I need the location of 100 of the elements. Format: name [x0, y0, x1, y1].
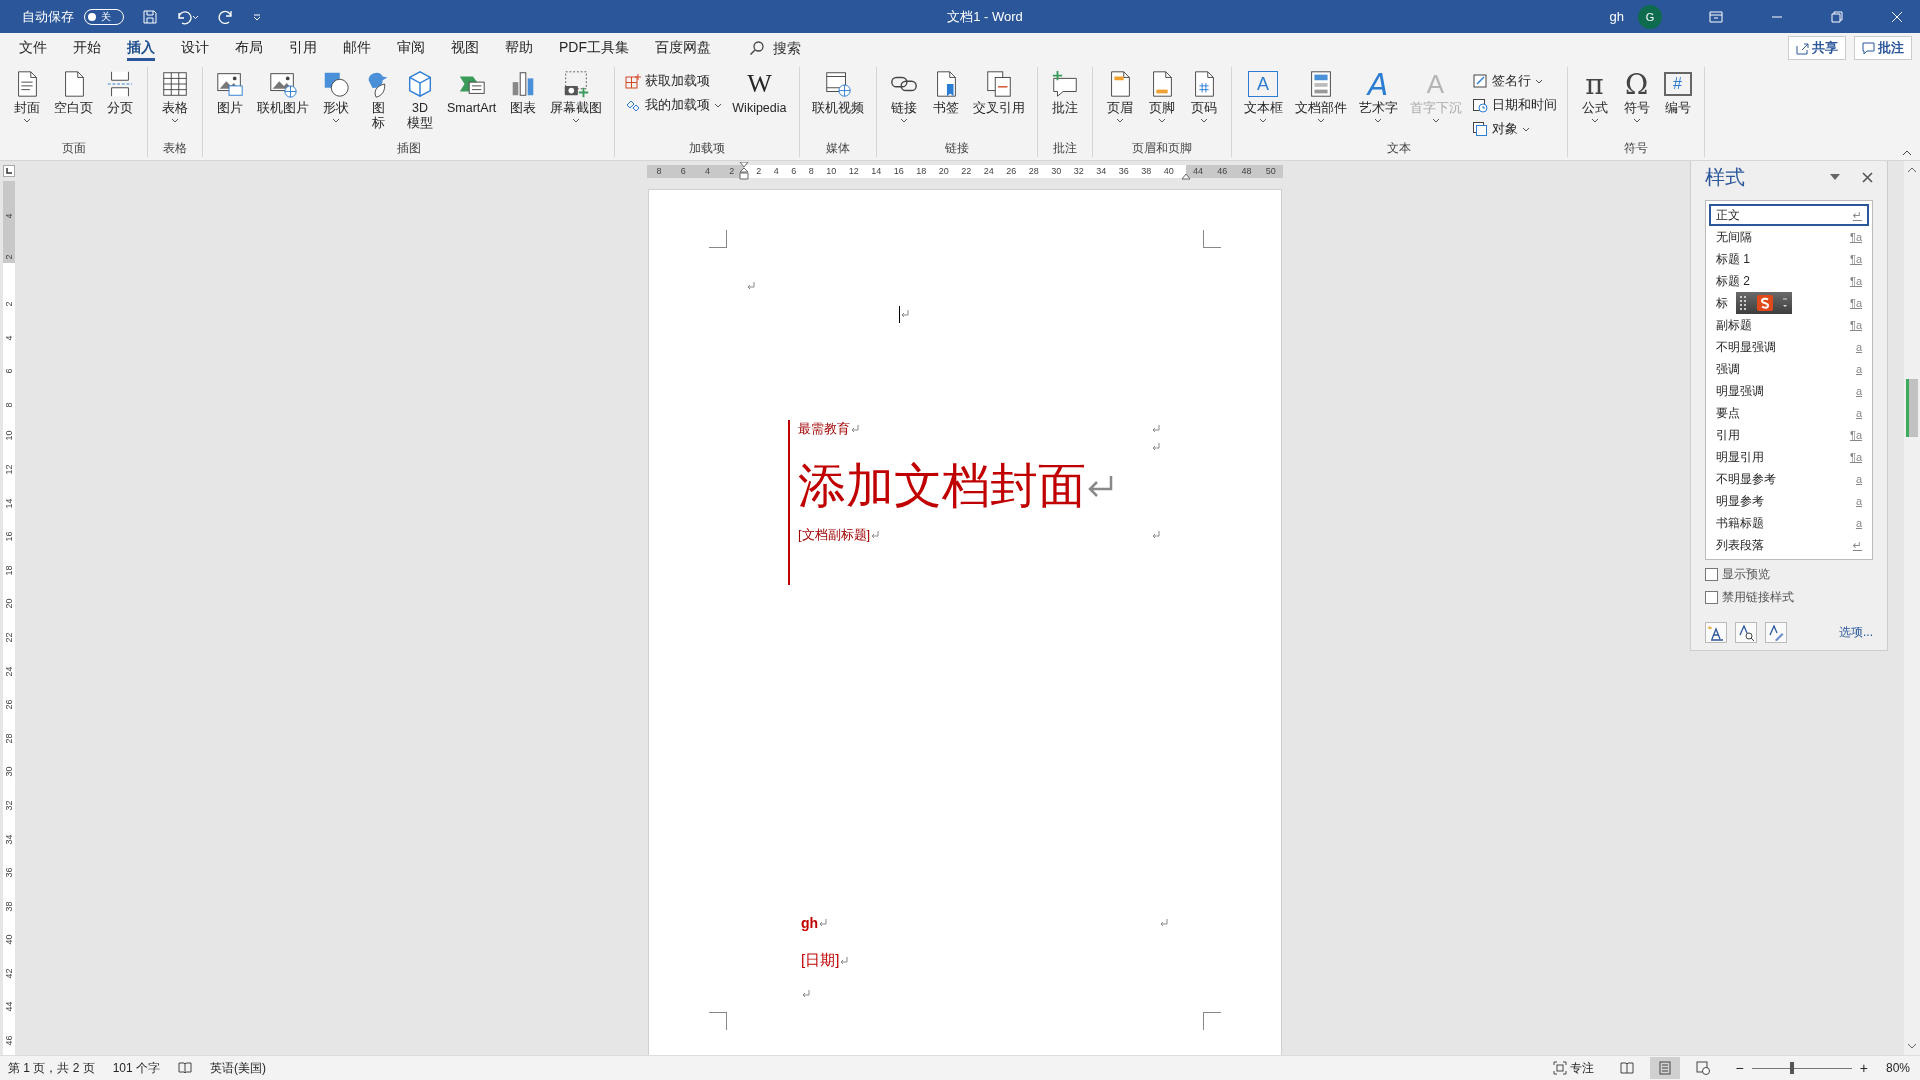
redo-icon[interactable]: [218, 8, 234, 25]
ime-toolbar[interactable]: [1736, 292, 1792, 314]
ribbon-button[interactable]: 链接: [882, 67, 925, 125]
zoom-level[interactable]: 80%: [1885, 1061, 1910, 1075]
ribbon-tab[interactable]: 引用: [276, 33, 330, 63]
checkbox[interactable]: [1705, 568, 1718, 581]
ribbon-button[interactable]: 获取加载项: [625, 71, 723, 91]
user-avatar[interactable]: G: [1638, 4, 1662, 29]
style-item[interactable]: 明显引用 ¶a: [1709, 446, 1869, 468]
ribbon-button[interactable]: 3D 模型: [399, 67, 441, 133]
style-item[interactable]: 不明显强调 a: [1709, 336, 1869, 358]
ribbon-button[interactable]: 封面: [6, 67, 48, 125]
word-count[interactable]: 101 个字: [112, 1059, 161, 1077]
ribbon-tab[interactable]: 帮助: [492, 33, 546, 63]
restore-icon[interactable]: [1831, 10, 1843, 23]
style-item[interactable]: 标题 2 ¶a: [1709, 270, 1869, 292]
ribbon-button[interactable]: 我的加载项: [625, 95, 723, 115]
tab-stop-selector-icon[interactable]: [3, 165, 15, 177]
ribbon-button[interactable]: 分页: [99, 67, 141, 118]
style-item[interactable]: 引用 ¶a: [1709, 424, 1869, 446]
ribbon-button[interactable]: 形状: [315, 67, 357, 125]
style-item[interactable]: 列表段落 ↵: [1709, 534, 1869, 556]
ribbon-tab[interactable]: 审阅: [384, 33, 438, 63]
indent-marker-icon[interactable]: [1181, 172, 1191, 180]
style-item[interactable]: 标题 1 ¶a: [1709, 248, 1869, 270]
menu-icon[interactable]: [1781, 297, 1788, 309]
ribbon-button[interactable]: 批注: [1043, 67, 1086, 118]
style-item[interactable]: 明显强调 a: [1709, 380, 1869, 402]
ribbon-button[interactable]: 联机视频: [805, 67, 870, 118]
ribbon-button[interactable]: 文档部件: [1288, 67, 1353, 125]
ribbon-button[interactable]: 空白页: [48, 67, 99, 118]
ribbon-button[interactable]: 图标: [357, 67, 399, 133]
ribbon-button[interactable]: 交叉引用: [966, 67, 1031, 118]
manage-styles-button[interactable]: [1765, 622, 1787, 643]
ribbon-button[interactable]: 图片: [209, 67, 251, 118]
page-count[interactable]: 第 1 页，共 2 页: [8, 1059, 95, 1077]
zoom-slider-thumb[interactable]: [1789, 1062, 1794, 1074]
share-button[interactable]: 共享: [1788, 36, 1846, 60]
ribbon-tab[interactable]: 插入: [114, 33, 168, 63]
ribbon-button[interactable]: 页码: [1182, 67, 1225, 125]
comments-button[interactable]: 批注: [1854, 36, 1912, 60]
vertical-scrollbar[interactable]: [1904, 161, 1920, 1055]
style-item[interactable]: 正文 ↵: [1709, 204, 1869, 226]
ribbon-button[interactable]: 页脚: [1140, 67, 1183, 125]
scroll-up-icon[interactable]: [1907, 167, 1917, 173]
ribbon-tab[interactable]: 开始: [60, 33, 114, 63]
ribbon-button[interactable]: SmartArt: [441, 67, 503, 118]
drag-handle-icon[interactable]: [1740, 296, 1749, 310]
ribbon-button[interactable]: 表格: [154, 67, 196, 125]
view-button[interactable]: [1649, 1057, 1680, 1079]
ribbon-button[interactable]: W Wikipedia: [726, 67, 793, 118]
ribbon-button[interactable]: 图表: [502, 67, 545, 118]
ribbon-tab[interactable]: 布局: [222, 33, 276, 63]
ribbon-button[interactable]: # 编号: [1657, 67, 1698, 118]
search-field[interactable]: 搜索: [771, 39, 835, 57]
style-item[interactable]: 不明显参考 a: [1709, 468, 1869, 490]
scroll-down-icon[interactable]: [1907, 1043, 1917, 1049]
ribbon-button[interactable]: 签名行: [1471, 71, 1557, 91]
zoom-in-button[interactable]: +: [1859, 1060, 1868, 1076]
style-item[interactable]: 强调 a: [1709, 358, 1869, 380]
style-item[interactable]: 要点 a: [1709, 402, 1869, 424]
new-style-button[interactable]: [1705, 622, 1727, 643]
close-icon[interactable]: [1862, 171, 1873, 183]
ribbon-tab[interactable]: 视图: [438, 33, 492, 63]
ribbon-button[interactable]: 页眉: [1098, 67, 1141, 125]
customize-toolbar-icon[interactable]: [252, 11, 262, 22]
indent-marker-icon[interactable]: [739, 161, 749, 180]
scrollbar-thumb[interactable]: [1906, 379, 1918, 437]
pane-options-icon[interactable]: [1830, 174, 1840, 180]
ribbon-button[interactable]: 屏幕截图: [544, 67, 609, 125]
collapse-ribbon-icon[interactable]: [1902, 150, 1912, 156]
style-item[interactable]: 无间隔 ¶a: [1709, 226, 1869, 248]
style-item[interactable]: 明显参考 a: [1709, 490, 1869, 512]
ribbon-tab[interactable]: 设计: [168, 33, 222, 63]
style-item[interactable]: 副标题 ¶a: [1709, 314, 1869, 336]
focus-button[interactable]: 专注: [1552, 1059, 1594, 1077]
ribbon-button[interactable]: 日期和时间: [1471, 95, 1557, 115]
checkbox[interactable]: [1705, 591, 1718, 604]
ribbon-button[interactable]: 书签: [924, 67, 967, 118]
search-icon[interactable]: [749, 40, 765, 56]
ribbon-tab[interactable]: 文件: [6, 33, 60, 63]
ribbon-tab[interactable]: 邮件: [330, 33, 384, 63]
style-item[interactable]: 标 ¶a: [1709, 292, 1869, 314]
ribbon-button[interactable]: π 公式: [1573, 67, 1616, 125]
ribbon-button[interactable]: A 艺术字: [1352, 67, 1404, 125]
options-link[interactable]: 选项...: [1839, 624, 1873, 641]
zoom-out-button[interactable]: −: [1735, 1060, 1744, 1076]
ribbon-button[interactable]: A 文本框: [1237, 67, 1289, 125]
ribbon-tab[interactable]: PDF工具集: [546, 33, 642, 63]
proofing-book-icon[interactable]: [178, 1062, 193, 1074]
save-icon[interactable]: [142, 8, 158, 25]
ribbon-button[interactable]: Ω 符号: [1615, 67, 1658, 125]
input-method-logo-icon[interactable]: [1757, 295, 1773, 311]
style-item[interactable]: 书籍标题 a: [1709, 512, 1869, 534]
style-inspector-button[interactable]: [1735, 622, 1757, 643]
ribbon-display-options-icon[interactable]: [1709, 10, 1723, 23]
ribbon-button[interactable]: 对象: [1471, 119, 1557, 139]
language[interactable]: 英语(美国): [210, 1059, 267, 1077]
ribbon-button[interactable]: 联机图片: [251, 67, 315, 118]
ribbon-tab[interactable]: 百度网盘: [642, 33, 724, 63]
